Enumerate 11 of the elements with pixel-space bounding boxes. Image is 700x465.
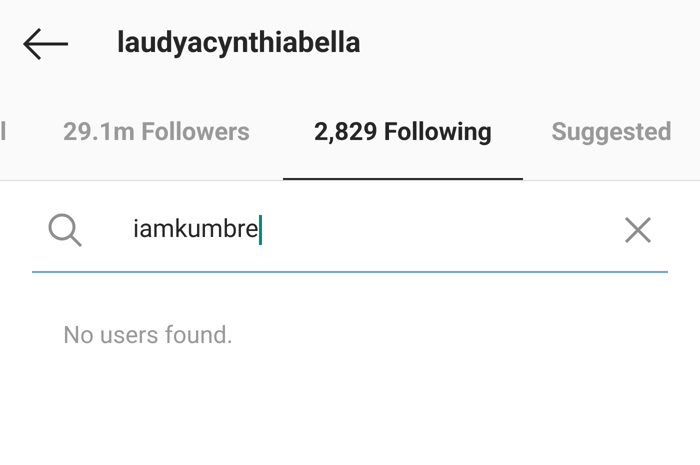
search-field[interactable]: iamkumbre: [32, 189, 668, 273]
close-icon[interactable]: [624, 216, 652, 244]
tab[interactable]: l: [0, 88, 30, 180]
tab[interactable]: Suggested: [523, 88, 700, 180]
profile-username: laudyacynthiabella: [117, 25, 361, 62]
empty-message: No users found.: [63, 320, 234, 351]
tab[interactable]: 2,829 Following: [283, 88, 523, 180]
search-query: iamkumbre: [133, 214, 259, 246]
tab[interactable]: 29.1m Followers: [30, 88, 283, 180]
search-icon: [47, 212, 83, 248]
back-arrow-icon[interactable]: [22, 27, 70, 61]
